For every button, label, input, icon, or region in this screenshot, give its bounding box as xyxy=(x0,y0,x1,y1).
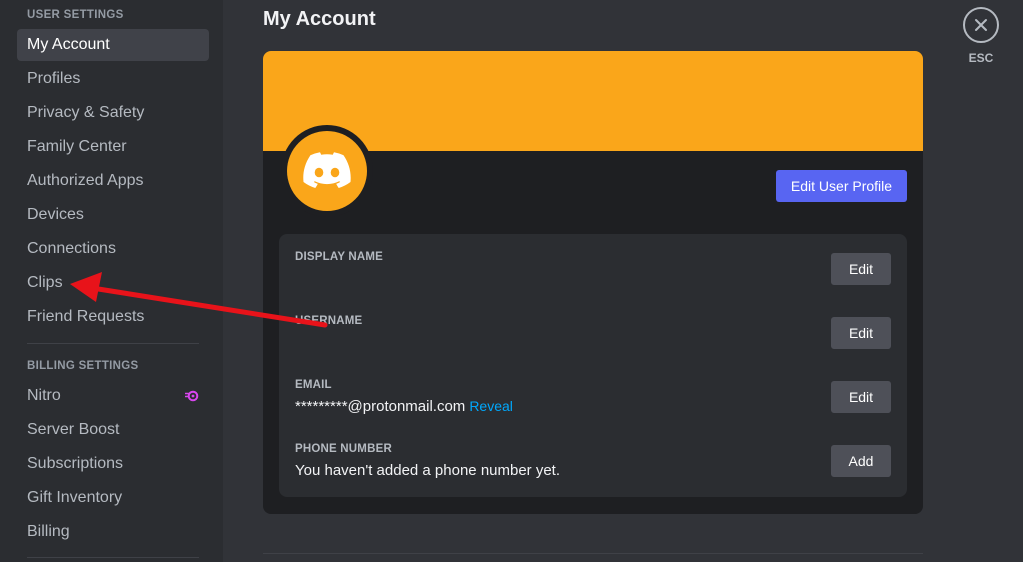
sidebar-item-label: Clips xyxy=(27,274,63,291)
sidebar-item-profiles[interactable]: Profiles xyxy=(17,63,209,95)
sidebar-item-devices[interactable]: Devices xyxy=(17,199,209,231)
sidebar-item-label: Profiles xyxy=(27,70,81,87)
edit-user-profile-button[interactable]: Edit User Profile xyxy=(776,170,907,202)
billing-settings-header: BILLING SETTINGS xyxy=(27,360,139,372)
sidebar-item-authorized-apps[interactable]: Authorized Apps xyxy=(17,165,209,197)
sidebar-item-label: Connections xyxy=(27,240,116,257)
sidebar-item-nitro[interactable]: Nitro xyxy=(17,380,209,412)
sidebar-item-gift-inventory[interactable]: Gift Inventory xyxy=(17,482,209,514)
sidebar-item-my-account[interactable]: My Account xyxy=(17,29,209,61)
sidebar-divider xyxy=(27,343,199,344)
section-divider xyxy=(263,553,923,554)
user-settings-header: USER SETTINGS xyxy=(27,9,124,21)
sidebar-item-label: Subscriptions xyxy=(27,455,124,472)
edit-display-name-button[interactable]: Edit xyxy=(831,253,891,285)
sidebar-item-clips[interactable]: Clips xyxy=(17,267,209,299)
sidebar-item-subscriptions[interactable]: Subscriptions xyxy=(17,448,209,480)
sidebar-divider xyxy=(27,557,199,558)
add-phone-number-button[interactable]: Add xyxy=(831,445,891,477)
sidebar-item-label: Privacy & Safety xyxy=(27,104,145,121)
sidebar-item-label: Friend Requests xyxy=(27,308,145,325)
main-content: My Account ESC Edit User Profile DISPLAY… xyxy=(223,0,1023,562)
phone-number-value: You haven't added a phone number yet. xyxy=(295,462,561,479)
sidebar-item-server-boost[interactable]: Server Boost xyxy=(17,414,209,446)
page-title: My Account xyxy=(263,8,376,30)
account-profile-card: Edit User Profile DISPLAY NAME Edit USER… xyxy=(263,51,923,514)
sidebar-item-connections[interactable]: Connections xyxy=(17,233,209,265)
edit-username-button[interactable]: Edit xyxy=(831,317,891,349)
sidebar-item-label: Server Boost xyxy=(27,421,120,438)
email-label: EMAIL xyxy=(295,379,332,391)
reveal-email-link[interactable]: Reveal xyxy=(469,398,513,414)
phone-number-label: PHONE NUMBER xyxy=(295,443,392,455)
discord-logo-icon xyxy=(303,152,351,188)
sidebar-item-family-center[interactable]: Family Center xyxy=(17,131,209,163)
avatar[interactable] xyxy=(287,131,367,211)
sidebar-item-label: My Account xyxy=(27,36,110,53)
display-name-label: DISPLAY NAME xyxy=(295,251,384,263)
sidebar-item-billing[interactable]: Billing xyxy=(17,516,209,548)
edit-email-button[interactable]: Edit xyxy=(831,381,891,413)
username-label: USERNAME xyxy=(295,315,363,327)
sidebar-item-label: Devices xyxy=(27,206,84,223)
sidebar-item-label: Gift Inventory xyxy=(27,489,123,506)
avatar-frame xyxy=(281,125,373,217)
sidebar-item-friend-requests[interactable]: Friend Requests xyxy=(17,301,209,333)
esc-label: ESC xyxy=(968,51,994,65)
sidebar-item-label: Authorized Apps xyxy=(27,172,144,189)
nitro-icon xyxy=(185,390,199,402)
email-row: *********@protonmail.com Reveal xyxy=(295,398,513,415)
settings-sidebar: USER SETTINGS My Account Profiles Privac… xyxy=(0,0,223,562)
sidebar-item-label: Family Center xyxy=(27,138,127,155)
sidebar-item-label: Billing xyxy=(27,523,70,540)
sidebar-item-label: Nitro xyxy=(27,387,61,404)
profile-banner xyxy=(263,51,923,151)
email-value: *********@protonmail.com xyxy=(295,398,466,415)
account-info-box: DISPLAY NAME Edit USERNAME Edit EMAIL **… xyxy=(279,234,907,497)
close-icon xyxy=(975,19,987,31)
sidebar-item-privacy-safety[interactable]: Privacy & Safety xyxy=(17,97,209,129)
close-button[interactable] xyxy=(963,7,999,43)
